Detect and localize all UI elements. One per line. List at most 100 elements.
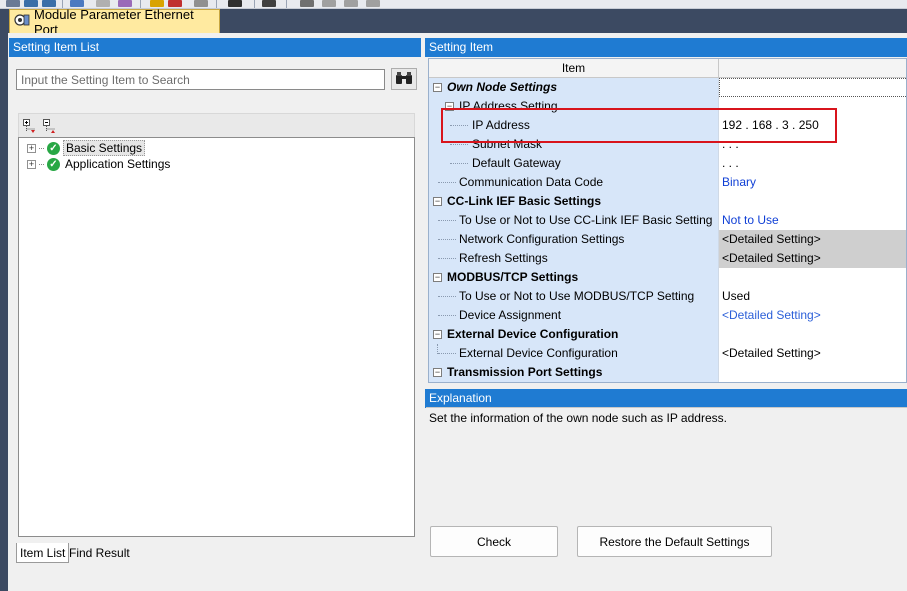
row-label: Subnet Mask bbox=[472, 137, 543, 151]
tree-item-label: Basic Settings bbox=[63, 140, 146, 156]
network-config-value[interactable]: <Detailed Setting> bbox=[719, 230, 906, 249]
row-label: IP Address Setting bbox=[459, 99, 558, 113]
grid-row[interactable]: − External Device Configuration bbox=[429, 325, 906, 344]
binoculars-icon bbox=[395, 71, 413, 88]
row-value bbox=[719, 97, 906, 116]
tree-item-basic-settings[interactable]: + ✓ Basic Settings bbox=[27, 140, 146, 156]
setting-search-input[interactable] bbox=[16, 69, 385, 90]
tree-line bbox=[438, 258, 456, 259]
grid-row[interactable]: Communication Data Code Binary bbox=[429, 173, 906, 192]
collapse-icon[interactable]: − bbox=[433, 83, 442, 92]
grid-row[interactable]: Device Assignment <Detailed Setting> bbox=[429, 306, 906, 325]
row-value bbox=[719, 325, 906, 344]
toolbar-icon[interactable] bbox=[228, 0, 242, 7]
expand-all-icon[interactable] bbox=[23, 119, 37, 136]
collapse-icon[interactable]: − bbox=[433, 273, 442, 282]
toolbar-icon[interactable] bbox=[6, 0, 20, 7]
tree-line bbox=[438, 220, 456, 221]
grid-row[interactable]: − MODBUS/TCP Settings bbox=[429, 268, 906, 287]
subnet-mask-value[interactable]: . . . bbox=[719, 135, 906, 154]
tree-item-label: Application Settings bbox=[65, 157, 171, 171]
row-label: Transmission Port Settings bbox=[447, 365, 603, 379]
window-frame bbox=[0, 9, 8, 591]
row-label: External Device Configuration bbox=[447, 327, 619, 341]
row-label: IP Address bbox=[472, 118, 530, 132]
grid-row-subnet-mask[interactable]: Subnet Mask . . . bbox=[429, 135, 906, 154]
tree-line bbox=[438, 296, 456, 297]
grid-row[interactable]: − Transmission Port Settings bbox=[429, 363, 906, 382]
left-bottom-tabs: Item List Find Result bbox=[16, 543, 415, 563]
device-assignment-value[interactable]: <Detailed Setting> bbox=[719, 306, 906, 325]
grid-row-default-gateway[interactable]: Default Gateway . . . bbox=[429, 154, 906, 173]
expand-icon[interactable]: + bbox=[27, 143, 36, 153]
search-button[interactable] bbox=[391, 68, 417, 90]
tab-find-result[interactable]: Find Result bbox=[66, 543, 133, 563]
setting-item-header: Setting Item bbox=[425, 38, 907, 57]
grid-header: Item bbox=[429, 59, 906, 78]
tree-line bbox=[438, 315, 456, 316]
default-gateway-value[interactable]: . . . bbox=[719, 154, 906, 173]
tree-item-application-settings[interactable]: + ✓ Application Settings bbox=[27, 156, 172, 172]
toolbar-icon[interactable] bbox=[366, 0, 380, 7]
toolbar-icon[interactable] bbox=[344, 0, 358, 7]
collapse-all-icon[interactable] bbox=[43, 119, 57, 136]
cc-link-use-value[interactable]: Not to Use bbox=[719, 211, 906, 230]
collapse-icon[interactable]: − bbox=[433, 330, 442, 339]
module-parameter-icon bbox=[14, 12, 30, 31]
grid-row[interactable]: External Device Configuration <Detailed … bbox=[429, 344, 906, 363]
row-value bbox=[719, 268, 906, 287]
row-label: Default Gateway bbox=[472, 156, 561, 170]
tree-line bbox=[450, 163, 468, 164]
row-value bbox=[719, 78, 906, 97]
tree-line bbox=[438, 182, 456, 183]
grid-row[interactable]: To Use or Not to Use MODBUS/TCP Setting … bbox=[429, 287, 906, 306]
grid-row[interactable]: − Own Node Settings bbox=[429, 78, 906, 97]
collapse-icon[interactable]: − bbox=[433, 197, 442, 206]
row-value bbox=[719, 363, 906, 382]
restore-default-button[interactable]: Restore the Default Settings bbox=[577, 526, 772, 557]
expand-icon[interactable]: + bbox=[27, 159, 36, 169]
row-label: CC-Link IEF Basic Settings bbox=[447, 194, 602, 208]
grid-row[interactable]: − IP Address Setting bbox=[429, 97, 906, 116]
tab-item-list[interactable]: Item List bbox=[16, 543, 70, 563]
modbus-use-value[interactable]: Used bbox=[719, 287, 906, 306]
ip-address-value[interactable]: 192 . 168 . 3 . 250 bbox=[719, 116, 906, 135]
module-parameter-tab-label: Module Parameter Ethernet Port bbox=[34, 6, 194, 37]
toolbar-icon[interactable] bbox=[262, 0, 276, 7]
setting-item-grid: Item − Own Node Settings − IP Address Sett… bbox=[428, 58, 907, 383]
tree-line bbox=[450, 125, 468, 126]
row-value bbox=[719, 192, 906, 211]
collapse-icon[interactable]: − bbox=[445, 102, 454, 111]
grid-row[interactable]: − CC-Link IEF Basic Settings bbox=[429, 192, 906, 211]
explanation-header: Explanation bbox=[425, 389, 907, 408]
tree-line bbox=[450, 144, 468, 145]
collapse-icon[interactable]: − bbox=[433, 368, 442, 377]
row-label: External Device Configuration bbox=[459, 346, 618, 360]
check-icon: ✓ bbox=[47, 141, 60, 155]
row-label: Device Assignment bbox=[459, 308, 562, 322]
grid-row[interactable]: Refresh Settings <Detailed Setting> bbox=[429, 249, 906, 268]
refresh-settings-value[interactable]: <Detailed Setting> bbox=[719, 249, 906, 268]
explanation-text: Set the information of the own node such… bbox=[429, 411, 727, 425]
column-header-item: Item bbox=[429, 59, 719, 78]
row-label: MODBUS/TCP Settings bbox=[447, 270, 579, 284]
grid-row[interactable]: To Use or Not to Use CC-Link IEF Basic S… bbox=[429, 211, 906, 230]
grid-row-ip-address[interactable]: IP Address 192 . 168 . 3 . 250 bbox=[429, 116, 906, 135]
row-label: Refresh Settings bbox=[459, 251, 548, 265]
setting-item-tree: + ✓ Basic Settings + ✓ Application Setti… bbox=[18, 137, 415, 537]
toolbar-icon[interactable] bbox=[300, 0, 314, 7]
grid-row[interactable]: Network Configuration Settings <Detailed… bbox=[429, 230, 906, 249]
tree-line bbox=[438, 239, 456, 240]
tree-line bbox=[438, 353, 456, 354]
setting-item-list-header: Setting Item List bbox=[9, 38, 421, 57]
row-label: Own Node Settings bbox=[447, 80, 558, 94]
check-button[interactable]: Check bbox=[430, 526, 558, 557]
toolbar-icon[interactable] bbox=[322, 0, 336, 7]
toolbar-separator bbox=[286, 0, 287, 8]
communication-data-code-value[interactable]: Binary bbox=[719, 173, 906, 192]
external-device-config-value[interactable]: <Detailed Setting> bbox=[719, 344, 906, 363]
tree-connector bbox=[39, 147, 44, 149]
tree-connector bbox=[39, 163, 44, 165]
tree-toolbar bbox=[18, 113, 415, 137]
module-parameter-tab[interactable]: Module Parameter Ethernet Port bbox=[9, 7, 220, 37]
